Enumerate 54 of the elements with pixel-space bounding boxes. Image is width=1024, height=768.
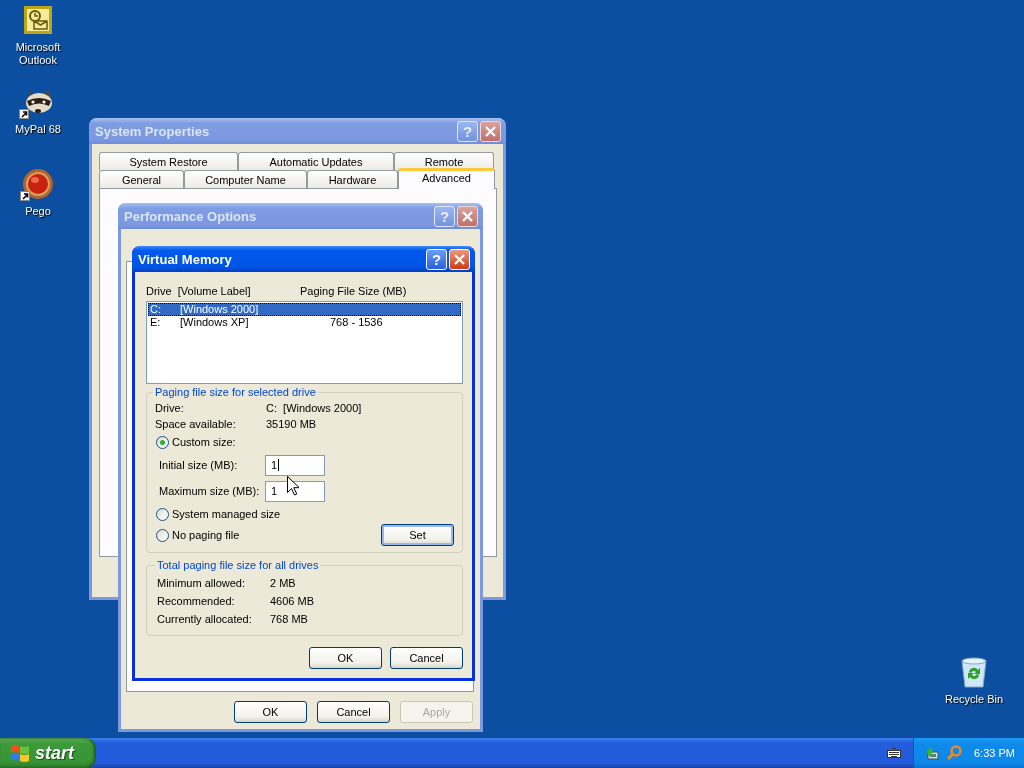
info-label: Space available: [155,418,237,430]
recycle-bin-icon [959,656,989,688]
radio-label[interactable]: System managed size [172,508,281,520]
icon-label[interactable]: Pego [3,205,73,218]
group-title: Paging file size for selected drive [154,386,317,398]
group-title: Total paging file size for all drives [156,559,320,571]
info-label: Drive: [155,402,185,414]
flag-icon [10,744,30,762]
radio-button[interactable] [156,435,169,449]
radio-label[interactable]: No paging file [172,529,240,541]
column-header: Paging File Size (MB) [300,285,407,299]
mouse-pointer-icon [287,476,299,496]
paging-size: 768 - 1536 [330,316,383,329]
icon-label[interactable]: MyPal 68 [3,123,73,136]
size-input[interactable]: 1 [265,454,325,476]
info-label: Minimum allowed: [157,577,247,589]
info-label: Recommended: [157,595,236,607]
cancel-button[interactable]: Cancel [390,647,463,669]
size-input[interactable]: 1 [265,480,325,502]
window-title: Performance Options [124,208,258,224]
close-icon [453,252,466,266]
close-icon [484,124,497,138]
ok-button[interactable]: OK [309,647,382,669]
clock[interactable]: 6:33 PM [974,747,1015,759]
field-label: Initial size (MB): [159,459,239,471]
info-value: C: [Windows 2000] [266,402,362,414]
radio-button[interactable] [156,507,169,521]
computer-arrow-icon[interactable] [924,745,940,761]
drive-row[interactable]: E: [Windows XP] 768 - 1536 [148,316,461,329]
drive-row[interactable]: C: [Windows 2000] [148,303,461,316]
info-label: Currently allocated: [157,613,253,625]
close-icon [461,209,474,223]
volume-label: [Windows 2000] [180,303,260,316]
start-button[interactable]: start [0,738,96,768]
info-value: 4606 MB [270,595,315,607]
info-value: 768 MB [270,613,308,625]
keyboard-icon[interactable] [887,748,901,758]
radio-button[interactable] [156,528,169,542]
window-title: Virtual Memory [138,251,233,267]
window-title: System Properties [95,123,211,139]
column-header: Drive [Volume Label] [146,285,252,299]
volume-label: [Windows XP] [180,316,250,329]
drive-letter: C: [149,303,162,316]
help-button[interactable]: ? [426,248,447,270]
info-value: 35190 MB [266,418,317,430]
radio-label[interactable]: Custom size: [172,436,236,448]
icon-label[interactable]: Microsoft Outlook [3,41,73,67]
info-value: 2 MB [270,577,296,589]
icon-label[interactable]: Recycle Bin [939,693,1009,706]
ball-icon [22,168,54,200]
clock-envelope-icon [22,4,54,36]
drive-letter: E: [149,316,162,329]
field-label: Maximum size (MB): [159,485,261,497]
set-button[interactable]: Set [381,524,454,546]
